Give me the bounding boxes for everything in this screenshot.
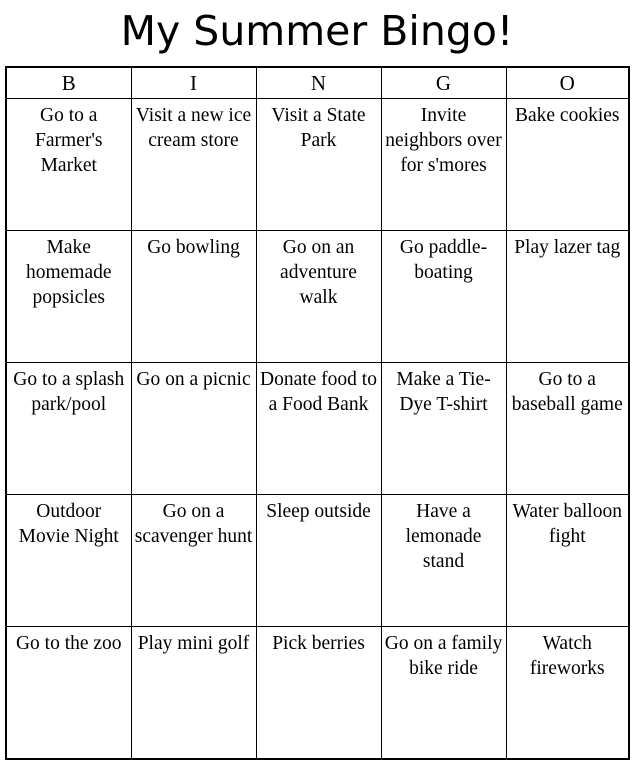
column-header-i: I — [130, 66, 257, 99]
column-header-n: N — [255, 66, 382, 99]
bingo-cell[interactable]: Make homemade popsicles — [5, 230, 132, 363]
bingo-row: Outdoor Movie Night Go on a scavenger hu… — [5, 494, 630, 627]
bingo-cell[interactable]: Donate food to a Food Bank — [255, 362, 382, 495]
bingo-row: Go to the zoo Play mini golf Pick berrie… — [5, 626, 630, 760]
bingo-cell[interactable]: Make a Tie-Dye T-shirt — [380, 362, 507, 495]
bingo-cell[interactable]: Invite neighbors over for s'mores — [380, 98, 507, 231]
bingo-cell[interactable]: Water balloon fight — [505, 494, 630, 627]
bingo-cell[interactable]: Go on a family bike ride — [380, 626, 507, 760]
bingo-cell[interactable]: Go on a picnic — [130, 362, 257, 495]
bingo-cell[interactable]: Outdoor Movie Night — [5, 494, 132, 627]
bingo-cell[interactable]: Visit a new ice cream store — [130, 98, 257, 231]
bingo-cell[interactable]: Have a lemonade stand — [380, 494, 507, 627]
bingo-card-table: B I N G O Go to a Farmer's Market Visit … — [5, 66, 630, 760]
bingo-cell[interactable]: Go to the zoo — [5, 626, 132, 760]
bingo-cell[interactable]: Go to a baseball game — [505, 362, 630, 495]
bingo-header-row: B I N G O — [5, 66, 630, 99]
page-title: My Summer Bingo! — [120, 7, 514, 55]
bingo-cell[interactable]: Play lazer tag — [505, 230, 630, 363]
bingo-row: Make homemade popsicles Go bowling Go on… — [5, 230, 630, 363]
bingo-cell[interactable]: Go bowling — [130, 230, 257, 363]
bingo-cell[interactable]: Go on an adventure walk — [255, 230, 382, 363]
bingo-cell[interactable]: Go to a Farmer's Market — [5, 98, 132, 231]
bingo-cell[interactable]: Play mini golf — [130, 626, 257, 760]
bingo-cell[interactable]: Pick berries — [255, 626, 382, 760]
bingo-cell[interactable]: Bake cookies — [505, 98, 630, 231]
bingo-cell[interactable]: Go on a scavenger hunt — [130, 494, 257, 627]
column-header-g: G — [380, 66, 507, 99]
column-header-o: O — [505, 66, 630, 99]
bingo-row: Go to a Farmer's Market Visit a new ice … — [5, 98, 630, 231]
column-header-b: B — [5, 66, 132, 99]
bingo-cell[interactable]: Go paddle-boating — [380, 230, 507, 363]
bingo-cell[interactable]: Visit a State Park — [255, 98, 382, 231]
bingo-cell[interactable]: Watch fireworks — [505, 626, 630, 760]
bingo-page: My Summer Bingo! B I N G O Go to a Farme… — [0, 0, 634, 760]
bingo-row: Go to a splash park/pool Go on a picnic … — [5, 362, 630, 495]
bingo-cell[interactable]: Go to a splash park/pool — [5, 362, 132, 495]
bingo-cell[interactable]: Sleep outside — [255, 494, 382, 627]
